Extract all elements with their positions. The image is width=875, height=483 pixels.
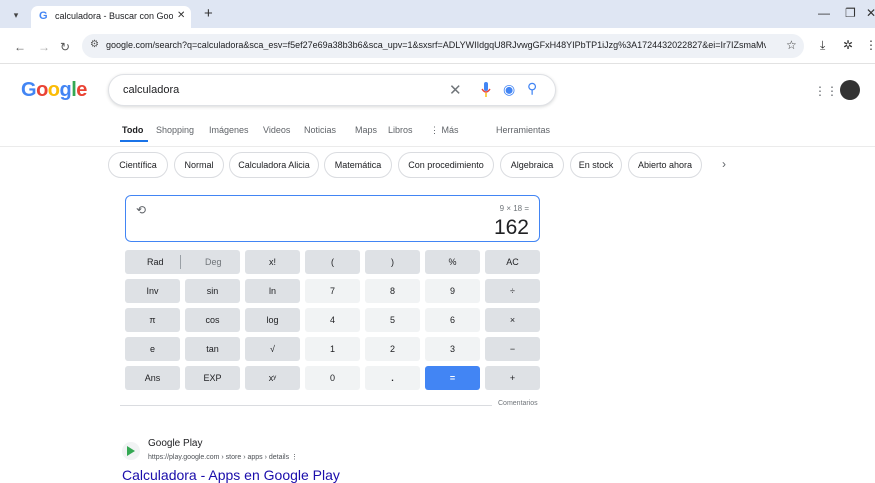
tab-maps[interactable]: Maps bbox=[355, 125, 377, 135]
result-site-name[interactable]: Google Play bbox=[148, 438, 202, 449]
calculator-expression: 9 × 18 = bbox=[499, 204, 529, 213]
browser-toolbar: ← → ↻ ⚙ google.com/search?q=calculadora&… bbox=[0, 28, 875, 64]
download-icon[interactable]: ⤓ bbox=[820, 38, 825, 53]
chip-normal[interactable]: Normal bbox=[174, 152, 224, 178]
key-sqrt[interactable]: √ bbox=[245, 337, 300, 361]
chevron-right-icon[interactable]: › bbox=[722, 157, 726, 171]
rad-deg-toggle[interactable]: Rad Deg bbox=[125, 250, 240, 274]
key-4[interactable]: 4 bbox=[305, 308, 360, 332]
lens-icon[interactable]: ◉ bbox=[503, 81, 515, 98]
key-log[interactable]: log bbox=[245, 308, 300, 332]
key-8[interactable]: 8 bbox=[365, 279, 420, 303]
restore-icon[interactable]: ❐ bbox=[845, 6, 856, 20]
key-clear[interactable]: AC bbox=[485, 250, 540, 274]
result-title-link[interactable]: Calculadora - Apps en Google Play bbox=[122, 467, 340, 483]
key-multiply[interactable]: × bbox=[485, 308, 540, 332]
key-cos[interactable]: cos bbox=[185, 308, 240, 332]
key-1[interactable]: 1 bbox=[305, 337, 360, 361]
key-factorial[interactable]: x! bbox=[245, 250, 300, 274]
key-5[interactable]: 5 bbox=[365, 308, 420, 332]
bookmark-star-icon[interactable]: ☆ bbox=[786, 38, 797, 52]
active-tab-indicator bbox=[120, 140, 148, 142]
close-tab-icon[interactable]: ✕ bbox=[177, 10, 185, 21]
key-divide[interactable]: ÷ bbox=[485, 279, 540, 303]
key-6[interactable]: 6 bbox=[425, 308, 480, 332]
header-divider bbox=[0, 146, 875, 147]
key-ans[interactable]: Ans bbox=[125, 366, 180, 390]
key-9[interactable]: 9 bbox=[425, 279, 480, 303]
key-exp[interactable]: EXP bbox=[185, 366, 240, 390]
calculator-result: 162 bbox=[493, 216, 529, 239]
key-7[interactable]: 7 bbox=[305, 279, 360, 303]
result-site-url[interactable]: https://play.google.com › store › apps ›… bbox=[148, 453, 298, 461]
url-text[interactable]: google.com/search?q=calculadora&sca_esv=… bbox=[106, 40, 766, 50]
deg-option[interactable]: Deg bbox=[205, 250, 222, 274]
close-window-icon[interactable]: ✕ bbox=[866, 6, 875, 20]
key-tan[interactable]: tan bbox=[185, 337, 240, 361]
key-subtract[interactable]: − bbox=[485, 337, 540, 361]
feedback-divider bbox=[120, 405, 492, 406]
key-0[interactable]: 0 bbox=[305, 366, 360, 390]
tab-libros[interactable]: Libros bbox=[388, 125, 413, 135]
key-power[interactable]: xʸ bbox=[245, 366, 300, 390]
key-inv[interactable]: Inv bbox=[125, 279, 180, 303]
clear-icon[interactable]: ✕ bbox=[449, 81, 462, 99]
rad-deg-separator bbox=[180, 255, 181, 269]
tab-shopping[interactable]: Shopping bbox=[156, 125, 194, 135]
search-input[interactable]: calculadora bbox=[123, 84, 179, 96]
key-close-paren[interactable]: ) bbox=[365, 250, 420, 274]
chip-con-procedimiento[interactable]: Con procedimiento bbox=[398, 152, 494, 178]
key-3[interactable]: 3 bbox=[425, 337, 480, 361]
chip-abierto-ahora[interactable]: Abierto ahora bbox=[628, 152, 702, 178]
key-e[interactable]: e bbox=[125, 337, 180, 361]
key-2[interactable]: 2 bbox=[365, 337, 420, 361]
tab-videos[interactable]: Videos bbox=[263, 125, 290, 135]
google-play-icon bbox=[122, 442, 140, 460]
chip-matematica[interactable]: Matemática bbox=[324, 152, 392, 178]
tab-imagenes[interactable]: Imágenes bbox=[209, 125, 249, 135]
key-decimal[interactable]: . bbox=[365, 366, 420, 390]
key-pi[interactable]: π bbox=[125, 308, 180, 332]
tab-search-icon[interactable]: ▾ bbox=[8, 7, 24, 23]
chip-algebraica[interactable]: Algebraica bbox=[500, 152, 564, 178]
calculator-display: ⟲ 9 × 18 = 162 bbox=[125, 195, 540, 242]
mic-icon[interactable] bbox=[481, 81, 491, 99]
key-ln[interactable]: ln bbox=[245, 279, 300, 303]
chip-en-stock[interactable]: En stock bbox=[570, 152, 622, 178]
key-percent[interactable]: % bbox=[425, 250, 480, 274]
site-info-icon[interactable]: ⚙ bbox=[90, 39, 99, 50]
browser-menu-icon[interactable]: ⋮ bbox=[865, 38, 875, 52]
tab-herramientas[interactable]: Herramientas bbox=[496, 125, 550, 135]
avatar[interactable] bbox=[840, 80, 860, 100]
tab-title: calculadora - Buscar con Googl bbox=[55, 11, 173, 21]
browser-titlebar: ▾ G calculadora - Buscar con Googl ✕ + —… bbox=[0, 0, 875, 28]
back-icon[interactable]: ← bbox=[14, 40, 26, 54]
key-equals[interactable]: = bbox=[425, 366, 480, 390]
tab-mas[interactable]: ⋮ Más bbox=[430, 125, 459, 136]
chip-calculadora-alicia[interactable]: Calculadora Alicia bbox=[229, 152, 319, 178]
tab-todo[interactable]: Todo bbox=[122, 125, 143, 135]
history-icon[interactable]: ⟲ bbox=[136, 203, 146, 217]
extension-icon[interactable]: ✲ bbox=[843, 38, 853, 52]
chip-cientifica[interactable]: Científica bbox=[108, 152, 168, 178]
tab-noticias[interactable]: Noticias bbox=[304, 125, 336, 135]
reload-icon[interactable]: ↻ bbox=[60, 40, 70, 54]
key-sin[interactable]: sin bbox=[185, 279, 240, 303]
search-box[interactable]: calculadora ✕ ◉ ⚲ bbox=[108, 74, 556, 106]
forward-icon[interactable]: → bbox=[38, 40, 50, 54]
key-add[interactable]: + bbox=[485, 366, 540, 390]
address-bar[interactable]: ⚙ google.com/search?q=calculadora&sca_es… bbox=[82, 34, 804, 58]
key-open-paren[interactable]: ( bbox=[305, 250, 360, 274]
new-tab-icon[interactable]: + bbox=[204, 5, 213, 22]
browser-tab[interactable]: G calculadora - Buscar con Googl ✕ bbox=[31, 6, 191, 28]
minimize-icon[interactable]: — bbox=[818, 6, 830, 20]
google-favicon-icon: G bbox=[39, 10, 48, 22]
feedback-link[interactable]: Comentarios bbox=[498, 400, 538, 407]
search-icon[interactable]: ⚲ bbox=[527, 80, 537, 97]
google-logo[interactable]: Google bbox=[21, 79, 87, 102]
rad-option[interactable]: Rad bbox=[147, 250, 164, 274]
